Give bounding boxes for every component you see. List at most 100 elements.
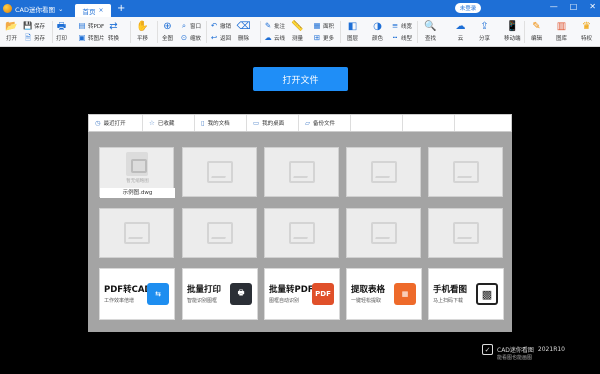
measure-button[interactable]: 📏 测量 <box>291 21 303 42</box>
zoom-icon: ⊙ <box>180 33 188 43</box>
image-placeholder-icon <box>124 222 150 244</box>
image-placeholder-icon <box>289 222 315 244</box>
minimize-button[interactable]: — <box>550 2 558 11</box>
image-placeholder-icon <box>453 222 479 244</box>
annotate-button[interactable]: ✎ 批注 <box>264 22 285 30</box>
color-button[interactable]: ◑ 颜色 <box>372 21 383 42</box>
tab-recent[interactable]: ◷ 最近打开 <box>89 115 143 131</box>
promo-title: 批量打印 <box>187 285 222 295</box>
branding: ✓ CAD迷你看图 2021R10 能看图也能画图 <box>482 344 565 361</box>
image-placeholder-icon <box>207 161 233 183</box>
fullview-button[interactable]: ⊕ 全图 <box>162 21 173 42</box>
area-button[interactable]: ▦ 面积 <box>313 22 334 30</box>
empty-thumbnail <box>428 147 503 197</box>
tab-my-desktop[interactable]: ▭ 我的桌面 <box>247 115 299 131</box>
empty-thumbnail <box>264 208 339 258</box>
vip-button[interactable]: ♛ 特权 <box>581 21 592 42</box>
return-button[interactable]: ↩ 返回 <box>210 34 231 42</box>
saveas-icon: 🗎 <box>24 33 32 43</box>
file-browser-panel: ◷ 最近打开 ☆ 已收藏 ▯ 我的文档 ▭ 我的桌面 ▱ 备份文件 暂无缩略图 示例图.d… <box>88 114 512 332</box>
image-placeholder-icon <box>453 161 479 183</box>
empty-thumbnail <box>346 147 421 197</box>
tab-empty <box>351 115 403 131</box>
edit-button[interactable]: ✎ 编辑 <box>531 21 542 42</box>
print-button[interactable]: 🖶 打印 <box>56 21 67 42</box>
promo-extract-table[interactable]: 提取表格 一键轻松提取 ▦ <box>346 268 422 320</box>
more-icon: ⊞ <box>313 33 321 43</box>
close-window-button[interactable]: ✕ <box>589 2 596 11</box>
find-button[interactable]: 🔍 查找 <box>424 21 436 42</box>
eraser-icon: ⌫ <box>236 20 251 32</box>
tab-my-documents[interactable]: ▯ 我的文档 <box>195 115 247 131</box>
toolbar-divider <box>52 21 53 43</box>
printer-icon: 🖶 <box>230 283 252 305</box>
empty-thumbnail <box>99 208 174 258</box>
window-zoom-button[interactable]: ⌕ 窗口 <box>180 22 201 30</box>
annotate-icon: ✎ <box>264 21 272 31</box>
more-button[interactable]: ⊞ 更多 <box>313 34 334 42</box>
window-zoom-icon: ⌕ <box>181 21 187 31</box>
pdf-icon: PDF <box>312 283 334 305</box>
promo-subtitle: 工作效率倍增 <box>104 298 135 304</box>
delete-button[interactable]: ⌫ 删除 <box>236 20 251 42</box>
tab-home-label: 首页 <box>82 7 96 16</box>
promo-batch-to-pdf[interactable]: 批量转PDF 图框自动识别 PDF <box>264 268 340 320</box>
convert-icon: ⇄ <box>109 20 118 32</box>
empty-thumbnail <box>428 208 503 258</box>
tab-favorites[interactable]: ☆ 已收藏 <box>143 115 195 131</box>
cloud-icon: ☁ <box>455 20 466 32</box>
cloud-button[interactable]: ☁ 云 <box>455 21 466 42</box>
save-icon: 💾 <box>23 21 33 31</box>
undo-icon: ↶ <box>210 21 218 31</box>
promo-mobile-view[interactable]: 手机看图 马上扫码下载 ▩ <box>428 268 504 320</box>
empty-thumbnail <box>182 208 257 258</box>
image-placeholder-icon <box>207 222 233 244</box>
line-type-button[interactable]: ┅ 线型 <box>391 34 412 42</box>
cloud-line-button[interactable]: ☁ 云线 <box>264 34 285 42</box>
add-tab-button[interactable]: + <box>117 3 125 14</box>
tab-home[interactable]: 首页 × <box>75 4 111 17</box>
maximize-button[interactable]: □ <box>570 2 578 11</box>
image-icon: ▣ <box>78 33 86 43</box>
image-placeholder-icon <box>371 161 397 183</box>
palette-icon: ◑ <box>373 20 382 32</box>
window-controls: — □ ✕ <box>550 2 596 11</box>
toolbar-divider <box>524 21 525 43</box>
app-name: CAD迷你看图 <box>15 5 55 14</box>
app-menu-button[interactable]: CAD迷你看图 ⌄ <box>3 2 71 15</box>
recent-file-thumbnail[interactable]: 暂无缩略图 示例图.dwg <box>99 147 175 198</box>
promo-title: 手机看图 <box>433 285 468 295</box>
save-button[interactable]: 💾 保存 <box>23 21 45 31</box>
close-tab-icon[interactable]: × <box>98 7 103 14</box>
to-image-button[interactable]: ▣ 转图片 <box>78 33 104 43</box>
to-pdf-button[interactable]: ▤ 转PDF <box>78 22 104 30</box>
line-width-button[interactable]: ≡ 线宽 <box>391 22 412 30</box>
library-button[interactable]: ▥ 图库 <box>556 21 567 42</box>
cloud-line-icon: ☁ <box>264 33 272 43</box>
promo-pdf-to-cad[interactable]: PDF转CAD 工作效率倍增 ⇆ <box>99 268 175 320</box>
file-placeholder-icon <box>126 152 148 176</box>
file-name: 示例图.dwg <box>100 188 175 198</box>
tab-backup[interactable]: ▱ 备份文件 <box>299 115 351 131</box>
file-tabs: ◷ 最近打开 ☆ 已收藏 ▯ 我的文档 ▭ 我的桌面 ▱ 备份文件 <box>88 114 512 132</box>
image-placeholder-icon <box>289 161 315 183</box>
saveas-button[interactable]: 🗎 另存 <box>24 34 45 42</box>
promo-batch-print[interactable]: 批量打印 智能识别图框 🖶 <box>182 268 258 320</box>
open-file-button[interactable]: 打开文件 <box>253 67 348 91</box>
no-thumbnail-text: 暂无缩略图 <box>126 179 149 184</box>
login-status-badge[interactable]: 未登录 <box>455 3 481 13</box>
share-button[interactable]: ⇪ 分享 <box>479 21 490 42</box>
edit-icon: ✎ <box>532 20 541 32</box>
undo-button[interactable]: ↶ 撤销 <box>210 22 231 30</box>
promo-title: PDF转CAD <box>104 285 152 295</box>
promo-subtitle: 马上扫码下载 <box>433 298 464 304</box>
image-placeholder-icon <box>371 222 397 244</box>
pan-button[interactable]: ✋ 平移 <box>136 21 148 42</box>
line-type-icon: ┅ <box>392 33 398 43</box>
convert-button[interactable]: ⇄ 转换 <box>108 21 119 42</box>
zoom-button[interactable]: ⊙ 缩放 <box>180 34 201 42</box>
layer-button[interactable]: ◧ 图层 <box>347 21 358 42</box>
open-button[interactable]: 📂 打开 <box>5 21 17 42</box>
mobile-button[interactable]: 📱 移动端 <box>504 21 521 42</box>
zoom-extents-icon: ⊕ <box>163 20 172 32</box>
